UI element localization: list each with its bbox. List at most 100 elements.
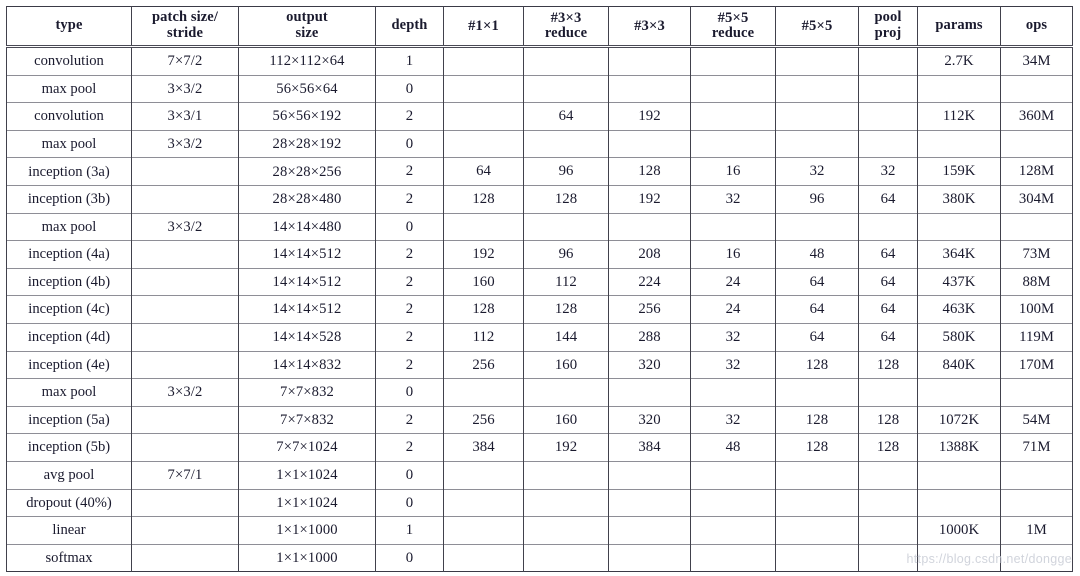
cell-ops: 119M <box>1000 322 1073 352</box>
cell-c3x3: 256 <box>608 295 691 324</box>
column-header-3x3-reduce: #3×3 reduce <box>523 6 609 48</box>
cell-type: inception (4e) <box>6 350 132 379</box>
cell-type: inception (4a) <box>6 240 132 269</box>
page-root: type patch size/ stride output size dept… <box>0 0 1080 576</box>
cell-params <box>917 460 1001 489</box>
table-row: inception (4a) 14×14×512 2 192 96 208 16 48 64 36… <box>6 240 1073 269</box>
table-header-row: type patch size/ stride output size dept… <box>6 6 1073 48</box>
cell-depth: 0 <box>375 129 444 158</box>
cell-c5x5 <box>775 378 859 407</box>
cell-depth: 0 <box>375 488 444 517</box>
cell-c5x5: 128 <box>775 350 859 379</box>
cell-c3x3: 192 <box>608 184 691 214</box>
cell-c5x5reduce: 32 <box>690 405 776 434</box>
cell-c3x3reduce <box>523 212 609 241</box>
cell-params <box>917 212 1001 241</box>
cell-output: 1×1×1024 <box>238 488 376 517</box>
cell-type: inception (3b) <box>6 184 132 214</box>
cell-ops: 304M <box>1000 184 1073 214</box>
cell-depth: 1 <box>375 516 444 545</box>
cell-c3x3reduce: 128 <box>523 184 609 214</box>
cell-depth: 2 <box>375 184 444 214</box>
cell-c1x1: 384 <box>443 433 524 462</box>
cell-c5x5reduce <box>690 378 776 407</box>
column-header-patch-line1: patch size/ <box>152 9 218 26</box>
cell-ops <box>1000 543 1073 572</box>
cell-c1x1 <box>443 74 524 103</box>
cell-c3x3reduce <box>523 378 609 407</box>
column-header-5x5reduce-line2: reduce <box>711 25 755 42</box>
cell-output: 7×7×1024 <box>238 433 376 462</box>
table-row: inception (3b) 28×28×480 2 128 128 192 32 96 64 3… <box>6 184 1073 214</box>
cell-c1x1 <box>443 543 524 572</box>
cell-output: 1×1×1000 <box>238 543 376 572</box>
cell-type: max pool <box>6 129 132 158</box>
cell-patch: 7×7/1 <box>131 460 239 489</box>
cell-c5x5: 96 <box>775 184 859 214</box>
cell-output: 14×14×512 <box>238 295 376 324</box>
cell-c3x3 <box>608 129 691 158</box>
cell-c5x5 <box>775 460 859 489</box>
cell-type: convolution <box>6 102 132 131</box>
cell-c5x5reduce <box>690 46 776 76</box>
architecture-table-container: type patch size/ stride output size dept… <box>6 6 1074 573</box>
cell-ops: 1M <box>1000 516 1073 545</box>
cell-output: 14×14×512 <box>238 267 376 296</box>
cell-c1x1: 256 <box>443 405 524 434</box>
table-row: inception (4c) 14×14×512 2 128 128 256 24 64 64 4… <box>6 295 1073 324</box>
cell-params: 580K <box>917 322 1001 352</box>
cell-c3x3reduce: 160 <box>523 405 609 434</box>
column-header-patch-line2: stride <box>166 25 204 41</box>
cell-c5x5reduce: 32 <box>690 322 776 352</box>
cell-ops: 170M <box>1000 350 1073 379</box>
cell-patch <box>131 543 239 572</box>
cell-type: max pool <box>6 74 132 103</box>
cell-c5x5: 128 <box>775 405 859 434</box>
cell-poolproj: 64 <box>858 295 918 324</box>
cell-type: inception (4b) <box>6 267 132 296</box>
cell-patch: 3×3/1 <box>131 102 239 131</box>
column-header-3x3: #3×3 <box>608 6 691 48</box>
cell-output: 14×14×480 <box>238 212 376 241</box>
table-row: convolution 3×3/1 56×56×192 2 64 192 112K 360M <box>6 102 1073 131</box>
cell-c3x3: 224 <box>608 267 691 296</box>
cell-c3x3: 288 <box>608 322 691 352</box>
cell-poolproj: 128 <box>858 405 918 434</box>
cell-patch <box>131 488 239 517</box>
cell-output: 7×7×832 <box>238 378 376 407</box>
cell-c3x3 <box>608 516 691 545</box>
cell-c3x3reduce <box>523 516 609 545</box>
cell-ops <box>1000 378 1073 407</box>
cell-c3x3 <box>608 543 691 572</box>
cell-ops: 128M <box>1000 157 1073 186</box>
cell-patch <box>131 295 239 324</box>
cell-c5x5reduce <box>690 102 776 131</box>
cell-depth: 0 <box>375 212 444 241</box>
cell-type: max pool <box>6 378 132 407</box>
cell-params: 159K <box>917 157 1001 186</box>
table-row: linear 1×1×1000 1 1000K 1M <box>6 516 1073 545</box>
cell-patch: 3×3/2 <box>131 378 239 407</box>
cell-depth: 2 <box>375 433 444 462</box>
cell-poolproj: 64 <box>858 267 918 296</box>
cell-c1x1 <box>443 212 524 241</box>
cell-type: inception (5a) <box>6 405 132 434</box>
column-header-5x5reduce-line1: #5×5 <box>717 10 749 26</box>
cell-output: 56×56×192 <box>238 102 376 131</box>
cell-type: convolution <box>6 46 132 76</box>
cell-c3x3reduce: 96 <box>523 157 609 186</box>
cell-c3x3 <box>608 46 691 76</box>
cell-poolproj <box>858 129 918 158</box>
cell-output: 1×1×1000 <box>238 516 376 545</box>
cell-patch <box>131 322 239 352</box>
cell-poolproj: 32 <box>858 157 918 186</box>
table-row: inception (4b) 14×14×512 2 160 112 224 24 64 64 4… <box>6 267 1073 296</box>
cell-c1x1 <box>443 102 524 131</box>
cell-c5x5: 64 <box>775 295 859 324</box>
cell-type: softmax <box>6 543 132 572</box>
cell-c3x3reduce <box>523 460 609 489</box>
cell-c3x3 <box>608 74 691 103</box>
cell-c1x1: 64 <box>443 157 524 186</box>
cell-c1x1: 112 <box>443 322 524 352</box>
cell-c5x5reduce <box>690 212 776 241</box>
